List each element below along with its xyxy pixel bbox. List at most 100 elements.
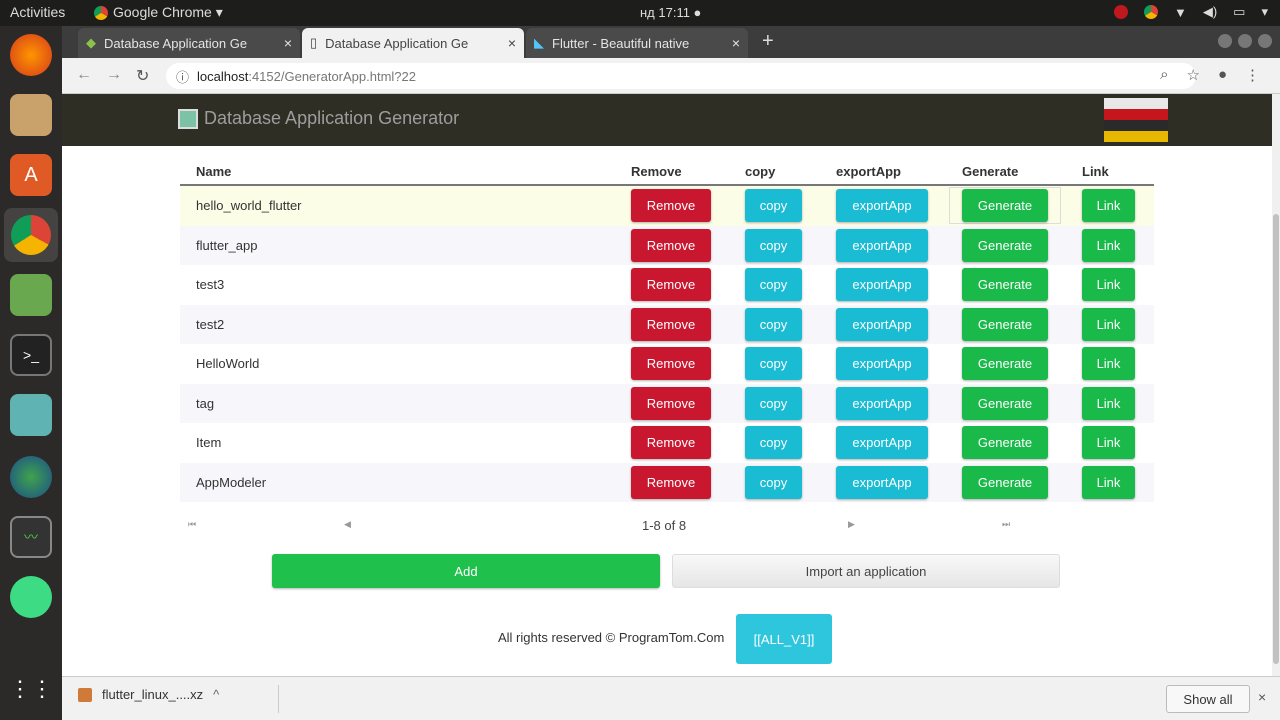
link-button[interactable]: Link — [1082, 386, 1135, 420]
generate-button[interactable]: Generate — [962, 465, 1048, 499]
export-app-button[interactable]: exportApp — [836, 426, 928, 459]
battery-icon[interactable]: ▭ — [1233, 4, 1245, 20]
generate-button[interactable]: Generate — [962, 268, 1048, 301]
table-row[interactable]: flutter_app Remove copy exportApp Genera… — [180, 225, 1154, 265]
generate-button[interactable]: Generate — [962, 228, 1048, 262]
show-all-button[interactable]: Show all — [1166, 685, 1250, 713]
tab-database-app-1[interactable]: ◆ Database Application Ge × — [78, 28, 300, 58]
link-button[interactable]: Link — [1082, 426, 1135, 459]
link-button[interactable]: Link — [1082, 228, 1135, 262]
table-row[interactable]: test3 Remove copy exportApp Generate Lin… — [180, 265, 1154, 305]
export-app-button[interactable]: exportApp — [836, 228, 928, 262]
copy-button[interactable]: copy — [745, 268, 802, 301]
profile-icon[interactable]: ● — [1218, 66, 1227, 84]
last-page-icon[interactable]: ⏭ — [1002, 519, 1010, 530]
chrome-dock-icon[interactable] — [4, 208, 58, 262]
record-icon[interactable] — [1113, 5, 1128, 19]
brand[interactable]: Database Application Generator — [178, 108, 459, 129]
new-tab-button[interactable]: + — [762, 30, 774, 53]
download-menu-chevron-icon[interactable]: ^ — [213, 687, 219, 702]
link-button[interactable]: Link — [1082, 347, 1135, 380]
app-menu[interactable]: Google Chrome ▾ — [94, 4, 223, 21]
forward-icon[interactable]: → — [106, 66, 122, 84]
col-export[interactable]: exportApp — [836, 164, 901, 179]
reload-icon[interactable]: ↻ — [136, 66, 149, 86]
generate-button[interactable]: Generate — [962, 386, 1048, 420]
globe-icon[interactable] — [10, 456, 52, 498]
clock[interactable]: нд 17:11 ● — [640, 5, 701, 20]
power-menu-icon[interactable]: ▾ — [1261, 4, 1268, 20]
tab-close-icon[interactable]: × — [732, 35, 740, 51]
bookmark-star-icon[interactable]: ☆ — [1186, 66, 1199, 84]
copy-button[interactable]: copy — [745, 228, 802, 262]
copy-button[interactable]: copy — [745, 189, 802, 222]
back-icon[interactable]: ← — [76, 66, 92, 84]
remove-button[interactable]: Remove — [631, 347, 711, 380]
remove-button[interactable]: Remove — [631, 189, 711, 222]
table-row[interactable]: AppModeler Remove copy exportApp Generat… — [180, 462, 1154, 502]
table-row[interactable]: tag Remove copy exportApp Generate Link — [180, 383, 1154, 423]
generate-button[interactable]: Generate — [962, 189, 1048, 222]
link-button[interactable]: Link — [1082, 268, 1135, 301]
show-applications-icon[interactable]: ⋮⋮ — [9, 668, 53, 710]
all-v1-button[interactable]: [[ALL_V1]] — [736, 614, 832, 664]
remove-button[interactable]: Remove — [631, 465, 711, 499]
software-center-icon[interactable]: A — [10, 154, 52, 196]
next-page-icon[interactable]: ▶ — [848, 519, 855, 530]
col-remove[interactable]: Remove — [631, 164, 682, 179]
link-button[interactable]: Link — [1082, 189, 1135, 222]
col-link[interactable]: Link — [1082, 164, 1109, 179]
files-icon[interactable] — [10, 94, 52, 136]
scrollbar-thumb[interactable] — [1273, 214, 1279, 664]
export-app-button[interactable]: exportApp — [836, 189, 928, 222]
language-flag-icon[interactable] — [1104, 98, 1168, 142]
volume-icon[interactable]: ◀) — [1203, 4, 1217, 20]
remove-button[interactable]: Remove — [631, 307, 711, 341]
page-scrollbar[interactable] — [1272, 94, 1280, 676]
export-app-button[interactable]: exportApp — [836, 386, 928, 420]
android-studio-icon[interactable] — [10, 576, 52, 618]
address-bar[interactable]: ⓘ localhost:4152/GeneratorApp.html?22 — [166, 63, 1196, 89]
copy-button[interactable]: copy — [745, 307, 802, 341]
add-button[interactable]: Add — [272, 554, 660, 588]
export-app-button[interactable]: exportApp — [836, 347, 928, 380]
remove-button[interactable]: Remove — [631, 426, 711, 459]
col-name[interactable]: Name — [196, 164, 231, 179]
close-download-bar-icon[interactable]: × — [1258, 689, 1266, 705]
prev-page-icon[interactable]: ◀ — [344, 519, 351, 530]
first-page-icon[interactable]: ⏮ — [188, 519, 196, 530]
col-copy[interactable]: copy — [745, 164, 775, 179]
generate-button[interactable]: Generate — [962, 347, 1048, 380]
menu-icon[interactable]: ⋮ — [1245, 66, 1260, 84]
link-button[interactable]: Link — [1082, 465, 1135, 499]
maximize-icon[interactable] — [1238, 34, 1252, 48]
system-monitor-icon[interactable]: 〰 — [10, 516, 52, 558]
zoom-icon[interactable]: ⌕ — [1160, 66, 1168, 84]
copy-button[interactable]: copy — [745, 347, 802, 380]
tab-close-icon[interactable]: × — [508, 35, 516, 51]
table-row[interactable]: Item Remove copy exportApp Generate Link — [180, 423, 1154, 463]
minimize-icon[interactable] — [1218, 34, 1232, 48]
terminal-icon[interactable]: >_ — [10, 334, 52, 376]
info-icon[interactable]: ⓘ — [176, 67, 189, 86]
export-app-button[interactable]: exportApp — [836, 307, 928, 341]
export-app-button[interactable]: exportApp — [836, 268, 928, 301]
table-row[interactable]: hello_world_flutter Remove copy exportAp… — [180, 186, 1154, 226]
table-row[interactable]: HelloWorld Remove copy exportApp Generat… — [180, 344, 1154, 384]
remove-button[interactable]: Remove — [631, 228, 711, 262]
app-generator-icon[interactable] — [10, 394, 52, 436]
network-icon[interactable]: ▼ — [1174, 5, 1187, 20]
remove-button[interactable]: Remove — [631, 268, 711, 301]
chrome-indicator-icon[interactable] — [1143, 5, 1158, 19]
generate-button[interactable]: Generate — [962, 307, 1048, 341]
close-window-icon[interactable] — [1258, 34, 1272, 48]
col-generate[interactable]: Generate — [962, 164, 1018, 179]
tab-close-icon[interactable]: × — [284, 35, 292, 51]
tab-flutter[interactable]: ◣ Flutter - Beautiful native × — [526, 28, 748, 58]
export-app-button[interactable]: exportApp — [836, 465, 928, 499]
copy-button[interactable]: copy — [745, 386, 802, 420]
remove-button[interactable]: Remove — [631, 386, 711, 420]
generate-button[interactable]: Generate — [962, 426, 1048, 459]
download-item[interactable]: flutter_linux_....xz ^ — [78, 687, 219, 702]
activities-button[interactable]: Activities — [10, 4, 65, 20]
